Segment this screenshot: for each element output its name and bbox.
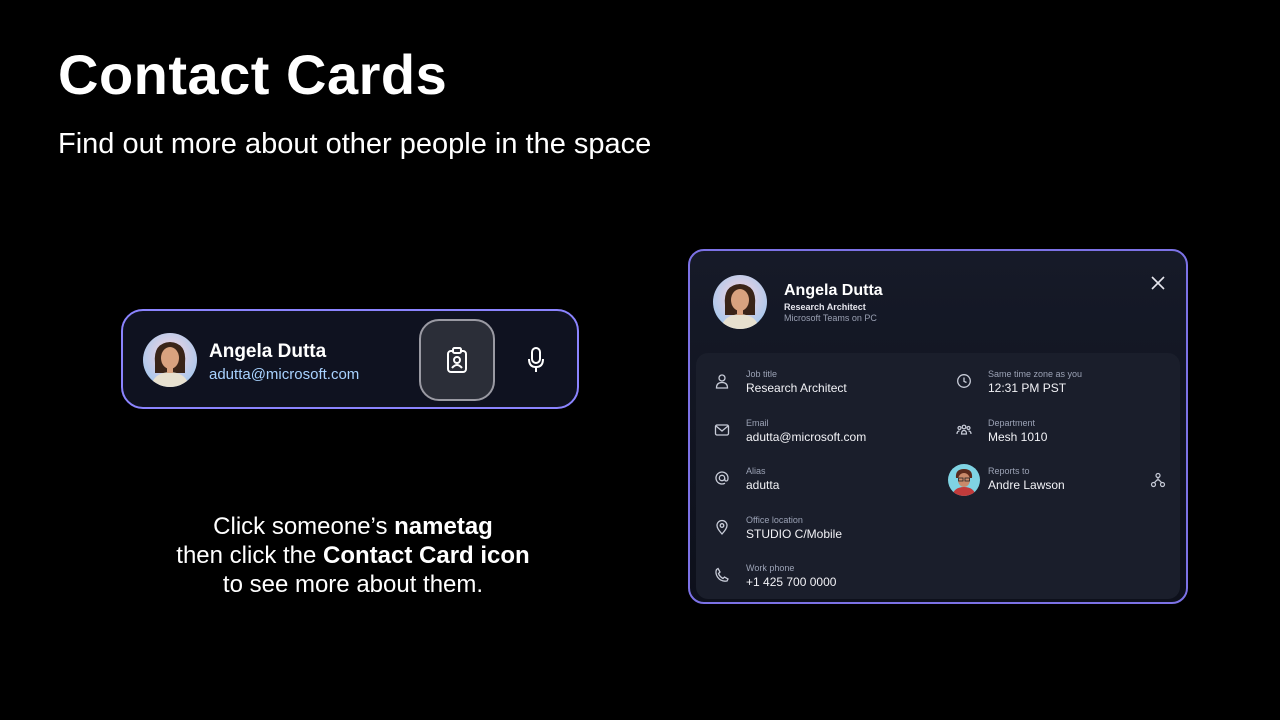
nametag-email: adutta@microsoft.com	[209, 366, 360, 383]
mail-icon	[714, 422, 730, 438]
avatar	[713, 275, 767, 329]
people-group-icon	[956, 422, 972, 438]
instructions-line2: then click the	[176, 542, 324, 569]
card-details: Job title Research Architect Email adutt…	[696, 353, 1180, 599]
nametag[interactable]: Angela Dutta adutta@microsoft.com	[121, 309, 579, 409]
instructions-contact-card: Contact Card icon	[323, 542, 530, 569]
clock-icon	[956, 373, 972, 389]
org-chart-icon	[1150, 472, 1166, 488]
mic-button[interactable]	[521, 345, 551, 375]
phone-icon	[714, 567, 730, 583]
contact-card-button[interactable]	[419, 319, 495, 401]
close-button[interactable]	[1150, 275, 1166, 291]
card-source: Microsoft Teams on PC	[784, 313, 877, 323]
microphone-icon	[527, 347, 545, 373]
location-pin-icon	[714, 519, 730, 535]
contact-card: Angela Dutta Research Architect Microsof…	[688, 249, 1188, 604]
instructions-line1: Click someone’s	[213, 513, 395, 540]
close-icon	[1150, 275, 1166, 291]
instructions: Click someone’s nametag then click the C…	[120, 512, 586, 599]
contact-card-icon	[446, 347, 468, 373]
avatar	[143, 333, 197, 387]
org-chart-button[interactable]	[1150, 472, 1166, 488]
card-name: Angela Dutta	[784, 282, 883, 299]
slide-subtitle: Find out more about other people in the …	[58, 128, 652, 160]
nametag-name: Angela Dutta	[209, 341, 327, 362]
reports-to-avatar[interactable]	[948, 464, 980, 496]
slide-title: Contact Cards	[58, 43, 448, 106]
person-icon	[714, 373, 730, 389]
instructions-nametag: nametag	[394, 513, 493, 540]
at-icon	[714, 470, 730, 486]
card-role: Research Architect	[784, 302, 866, 312]
instructions-line3: to see more about them.	[222, 571, 484, 598]
